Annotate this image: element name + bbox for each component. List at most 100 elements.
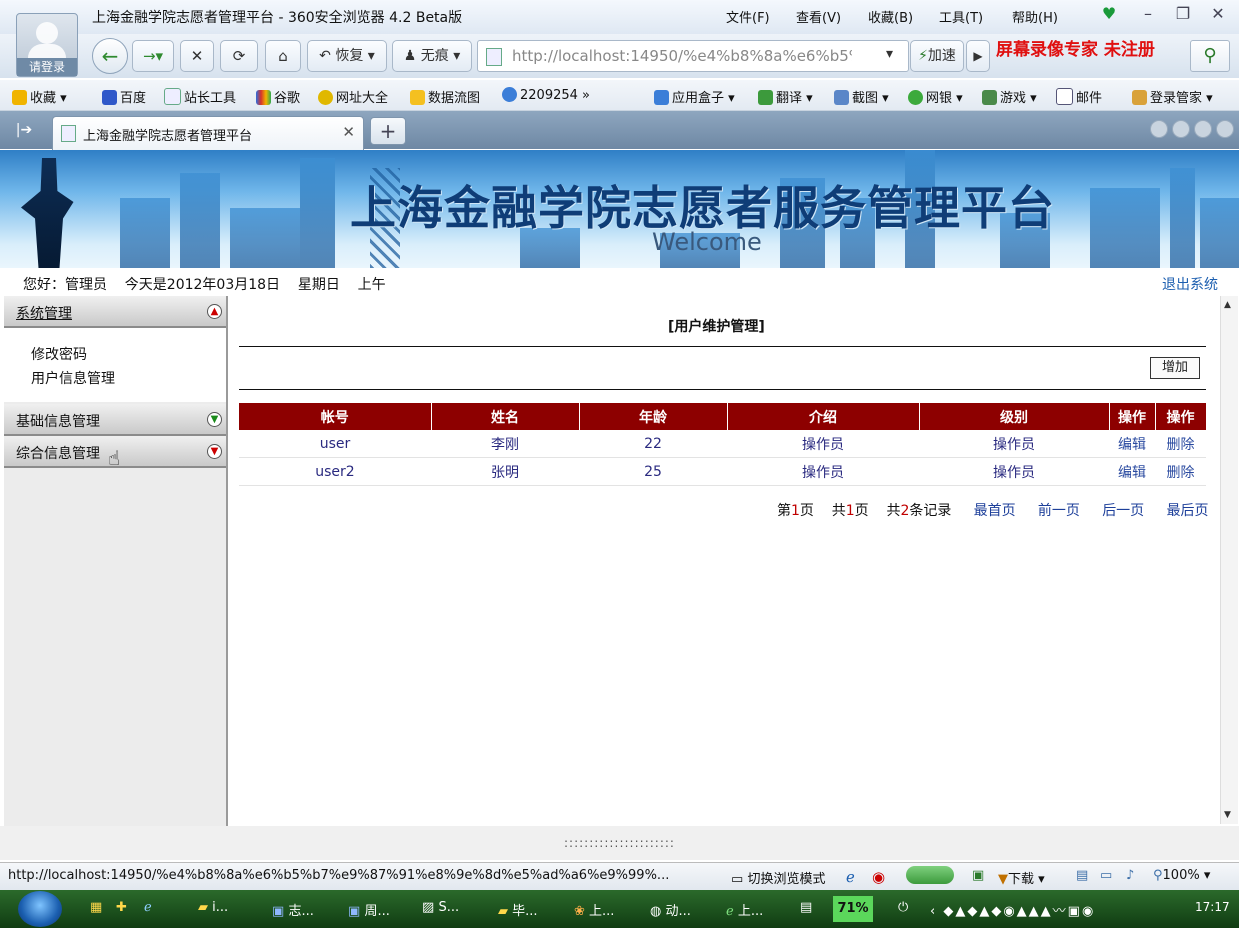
sidebar-item-change-password[interactable]: 修改密码	[31, 344, 87, 364]
more-arrow-icon[interactable]: ▶	[966, 40, 990, 72]
search-icon[interactable]: ⚲	[1190, 40, 1230, 72]
battery-indicator[interactable]: 71%	[833, 896, 873, 922]
fav-google[interactable]: 谷歌	[256, 87, 300, 106]
first-page-link[interactable]: 最首页	[974, 503, 1016, 519]
delete-link[interactable]: 删除	[1155, 457, 1206, 486]
sidebar-section-basic-info[interactable]: 基础信息管理 ▼	[4, 404, 226, 436]
start-button[interactable]	[18, 891, 62, 927]
taskbar-item[interactable]: ▰ i...	[198, 900, 228, 915]
expand-icon[interactable]: ▼	[207, 444, 222, 459]
last-page-link[interactable]: 最后页	[1166, 503, 1208, 519]
next-page-link[interactable]: 后一页	[1102, 503, 1144, 519]
sidebar-toggle-icon[interactable]: |➔	[8, 118, 40, 142]
close-window-icon[interactable]: ✕	[1207, 4, 1229, 23]
close-tab-icon[interactable]: ✕	[342, 123, 355, 141]
menu-tools[interactable]: 工具(T)	[939, 7, 983, 26]
logout-link[interactable]: 退出系统	[1162, 274, 1218, 294]
power-icon[interactable]: ⏻	[898, 900, 908, 915]
fav-label: 应用盒子	[672, 91, 725, 106]
tab-active[interactable]: 上海金融学院志愿者管理平台 ✕	[52, 116, 364, 150]
taskbar-item[interactable]: ▣ 周...	[348, 900, 390, 919]
refresh-button[interactable]: ⟳	[220, 40, 258, 72]
sidebar-section-label[interactable]: 系统管理	[16, 303, 72, 323]
restore-button[interactable]: ↶ 恢复 ▾	[307, 40, 387, 72]
sidebar-section-label[interactable]: 基础信息管理	[16, 411, 100, 431]
sidebar-item-user-info[interactable]: 用户信息管理	[31, 368, 115, 388]
tools-icon[interactable]: ▣	[972, 868, 984, 883]
splitter-grip-icon[interactable]: ::::::::::::::::::::::	[564, 836, 675, 850]
speed-up-button[interactable]: ⚡加速	[910, 40, 964, 72]
translate-icon	[758, 90, 773, 105]
sidebar-section-system[interactable]: 系统管理 ▲	[4, 296, 226, 328]
zoom-control[interactable]: ⚲100% ▾	[1153, 868, 1210, 883]
taskbar-item[interactable]: ▣ 志...	[272, 900, 314, 919]
cell-account: user2	[239, 457, 431, 486]
login-label[interactable]: 请登录	[17, 58, 77, 76]
fav-collect[interactable]: 收藏 ▾	[12, 87, 67, 106]
fav-mail[interactable]: 邮件	[1056, 87, 1102, 106]
new-tab-button[interactable]: +	[370, 117, 406, 145]
fav-baidu[interactable]: 百度	[102, 87, 146, 106]
tab-close-all-icon[interactable]	[1216, 120, 1234, 138]
quicklaunch-icon[interactable]: ✚	[116, 900, 127, 915]
menu-file[interactable]: 文件(F)	[726, 7, 770, 26]
private-mode-button[interactable]: ♟ 无痕 ▾	[392, 40, 472, 72]
fav-qq[interactable]: 2209254 »	[502, 87, 590, 103]
prev-page-link[interactable]: 前一页	[1038, 503, 1080, 519]
tab-next-icon[interactable]	[1172, 120, 1190, 138]
switch-mode-button[interactable]: ▭ 切换浏览模式	[731, 868, 825, 887]
fav-directory[interactable]: 网址大全	[318, 87, 388, 106]
scrollbar[interactable]: ▲ ▼	[1220, 296, 1238, 824]
system-tray-icons[interactable]: ‹ ◆▲◆▲◆◉▲▲▲〰▣◉	[930, 900, 1188, 919]
sidebar-section-label[interactable]: 综合信息管理	[16, 443, 100, 463]
taskbar-item[interactable]: ◍ 动...	[650, 900, 691, 919]
restore-window-icon[interactable]: ❐	[1172, 4, 1194, 23]
login-avatar[interactable]: 请登录	[16, 13, 78, 77]
expand-icon[interactable]: ▼	[207, 412, 222, 427]
fav-webmaster[interactable]: 站长工具	[164, 87, 236, 106]
address-dropdown-icon[interactable]: ▾	[886, 46, 893, 62]
quicklaunch-icon[interactable]: ℯ	[144, 900, 152, 915]
security-icon[interactable]: ◉	[872, 868, 885, 886]
scroll-up-icon[interactable]: ▲	[1224, 300, 1231, 310]
add-button[interactable]: 增加	[1150, 357, 1200, 379]
fav-dataflow[interactable]: 数据流图	[410, 87, 480, 106]
stop-button[interactable]: ✕	[180, 40, 214, 72]
menu-help[interactable]: 帮助(H)	[1012, 7, 1058, 26]
screen-icon[interactable]: ▭	[1100, 868, 1112, 883]
edit-link[interactable]: 编辑	[1109, 430, 1155, 458]
quicklaunch-icon[interactable]: ▦	[90, 900, 102, 915]
scroll-down-icon[interactable]: ▼	[1224, 810, 1231, 820]
skin-icon[interactable]: ♥	[1098, 4, 1120, 23]
edit-link[interactable]: 编辑	[1109, 457, 1155, 486]
taskbar-item[interactable]: ❀ 上...	[574, 900, 614, 919]
fav-bank[interactable]: 网银 ▾	[908, 87, 963, 106]
taskbar-item[interactable]: ▰ 毕...	[498, 900, 538, 919]
taskbar-item[interactable]: ▨ S...	[422, 900, 459, 915]
fav-games[interactable]: 游戏 ▾	[982, 87, 1037, 106]
fav-app-box[interactable]: 应用盒子 ▾	[654, 87, 735, 106]
panel-splitter[interactable]: ::::::::::::::::::::::	[0, 826, 1239, 860]
fav-translate[interactable]: 翻译 ▾	[758, 87, 813, 106]
delete-link[interactable]: 删除	[1155, 430, 1206, 458]
address-text[interactable]: http://localhost:14950/%e4%b8%8a%e6%b5%	[512, 47, 852, 65]
home-button[interactable]: ⌂	[265, 40, 301, 72]
menu-favorites[interactable]: 收藏(B)	[868, 7, 913, 26]
address-bar[interactable]: http://localhost:14950/%e4%b8%8a%e6%b5% …	[477, 40, 909, 72]
forward-button[interactable]: →▾	[132, 40, 174, 72]
tab-prev-icon[interactable]	[1150, 120, 1168, 138]
minimize-icon[interactable]: –	[1137, 4, 1159, 23]
menu-view[interactable]: 查看(V)	[796, 7, 841, 26]
ie-icon[interactable]: ℯ	[846, 868, 855, 886]
accelerator-toggle[interactable]	[906, 866, 954, 884]
fav-login-manager[interactable]: 登录管家 ▾	[1132, 87, 1213, 106]
collapse-icon[interactable]: ▲	[207, 304, 222, 319]
taskbar-item[interactable]: ℯ 上...	[726, 900, 763, 919]
back-button[interactable]: ←	[92, 38, 128, 74]
sound-icon[interactable]: ♪	[1126, 868, 1134, 883]
fav-screenshot[interactable]: 截图 ▾	[834, 87, 889, 106]
tab-list-icon[interactable]	[1194, 120, 1212, 138]
download-button[interactable]: ▼下载 ▾	[998, 868, 1045, 887]
notes-icon[interactable]: ▤	[1076, 868, 1088, 883]
keyboard-icon[interactable]: ▤	[800, 900, 812, 915]
